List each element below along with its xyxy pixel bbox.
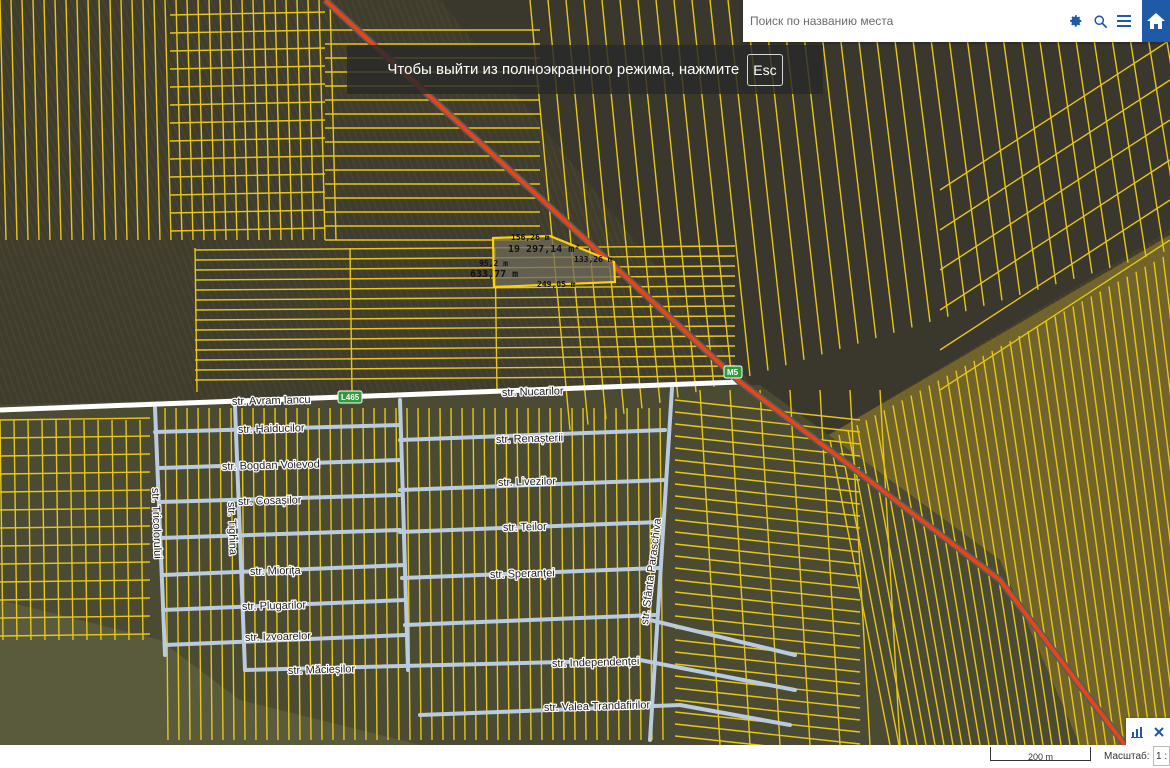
chart-button[interactable]: [1126, 718, 1148, 745]
measure-right-side: 133,26 m: [574, 255, 613, 264]
status-bar: 200 m Масштаб: 1 : 10000: [0, 745, 1170, 768]
street-label: str. Teilor: [503, 521, 547, 534]
street-label: str. Avram Iancu: [232, 394, 311, 408]
fullscreen-exit-notice: Чтобы выйти из полноэкранного режима, на…: [347, 45, 823, 94]
street-label: str. Izvoarelor: [245, 630, 312, 644]
street-label: str. Livezilor: [498, 475, 557, 489]
street-label: str. Măcieșilor: [288, 663, 356, 677]
settings-button[interactable]: [1064, 0, 1088, 42]
bar-chart-icon: [1131, 726, 1143, 738]
home-icon: [1147, 13, 1165, 29]
street-label: str. Bogdan Voievod: [222, 458, 320, 473]
street-label: str. Tricolorului: [149, 488, 163, 559]
gear-icon: [1070, 15, 1082, 27]
cadastral-map[interactable]: 156,26 m 19 297,14 m² 133,26 m 95,2 m 63…: [0, 0, 1170, 745]
search-icon: [1093, 14, 1107, 28]
menu-button[interactable]: [1112, 0, 1136, 42]
home-button[interactable]: [1142, 0, 1170, 42]
close-button[interactable]: [1148, 718, 1170, 745]
search-input[interactable]: [743, 0, 1064, 42]
measure-bottom-side: 249,05 m: [537, 280, 576, 289]
svg-text:L465: L465: [341, 393, 360, 402]
measure-left-side: 95,2 m: [479, 259, 508, 268]
street-label: str. Independenței: [552, 656, 640, 670]
street-label: str. Miorița: [250, 565, 302, 578]
scale-label: Масштаб:: [1104, 751, 1150, 762]
search-panel: [743, 0, 1170, 42]
scale-bar-label: 200 m: [1027, 752, 1053, 762]
map-tools: [1126, 718, 1170, 745]
measure-area: 19 297,14 m²: [508, 244, 580, 255]
svg-text:M5: M5: [727, 368, 739, 377]
street-label: str. Renașterii: [496, 432, 564, 446]
measure-top-side: 156,26 m: [511, 233, 550, 242]
esc-key-badge: Esc: [747, 53, 783, 86]
road-shield-l465: L465: [337, 390, 363, 404]
street-label: str. Haiducilor: [238, 422, 305, 436]
search-button[interactable]: [1088, 0, 1112, 42]
menu-icon: [1117, 15, 1131, 27]
scale-selector[interactable]: 1 : 10000: [1153, 746, 1170, 766]
street-label: str. Cosașilor: [238, 494, 302, 508]
road-shield-m5: M5: [723, 365, 743, 379]
scale-bar: 200 m: [990, 747, 1091, 762]
street-label: str. Nucarilor: [502, 385, 564, 399]
street-label: str. Speranței: [490, 567, 555, 581]
measure-perimeter: 633,77 m: [470, 269, 518, 280]
street-label: str. Plugarilor: [242, 599, 307, 613]
close-icon: [1154, 726, 1164, 737]
fullscreen-notice-text: Чтобы выйти из полноэкранного режима, на…: [387, 61, 740, 78]
street-label: str. Tighina: [225, 502, 239, 556]
